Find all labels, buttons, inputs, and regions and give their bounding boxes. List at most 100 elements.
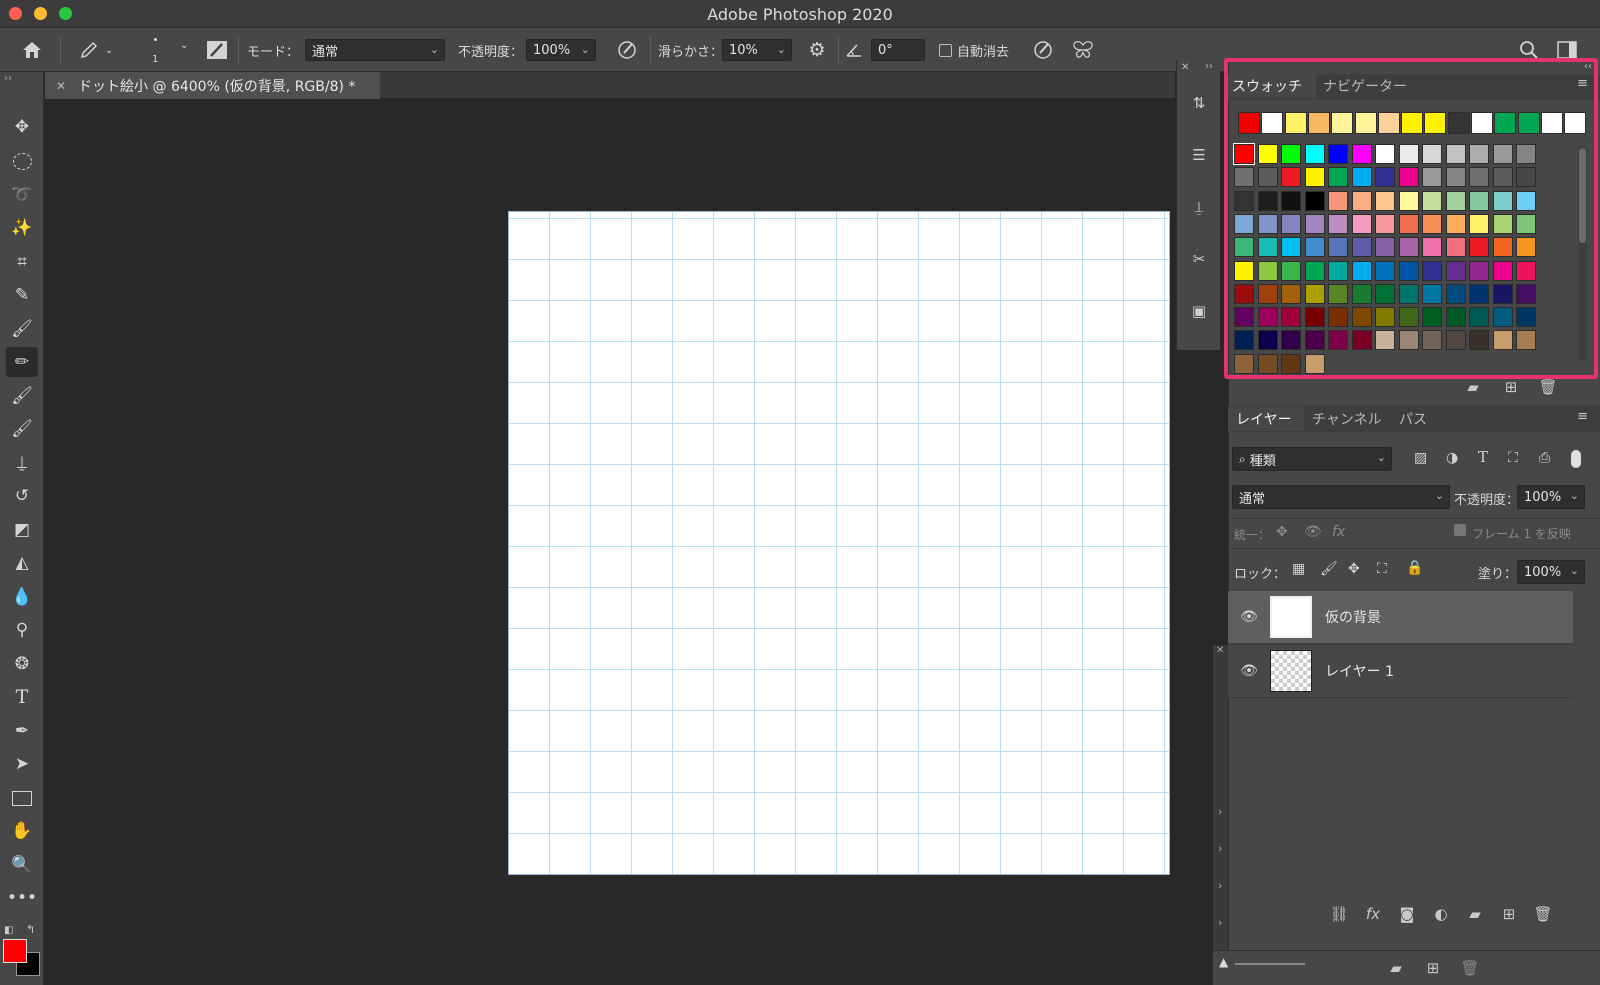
unify-style-icon[interactable]: fx [1332,524,1345,540]
zoom-tool[interactable]: 🔍 [6,850,38,880]
color-swatch[interactable] [1257,144,1278,164]
eraser-tool[interactable]: ◩ [6,515,38,545]
add-mask-button[interactable]: ◙ [1396,903,1418,925]
color-swatch[interactable] [1398,283,1419,304]
lasso-tool[interactable]: ➰ [6,180,38,210]
color-swatch[interactable] [1422,237,1442,258]
recent-swatch[interactable] [1424,112,1447,134]
color-swatch[interactable] [1281,213,1301,234]
color-swatch[interactable] [1516,237,1536,258]
pressure-size-button[interactable] [1030,28,1056,72]
color-swatch[interactable] [1398,260,1419,281]
new-group-button[interactable]: ▰ [1462,376,1484,398]
new-group-button[interactable]: ▰ [1385,957,1407,979]
color-swatch[interactable] [1469,213,1489,234]
paint-bucket-tool[interactable]: ◭ [6,548,38,578]
color-swatch[interactable] [1281,283,1301,304]
tab-swatches[interactable]: スウォッチ [1228,74,1316,98]
edit-toolbar-button[interactable]: ••• [6,883,38,913]
color-swatch[interactable] [1234,260,1254,281]
color-swatch[interactable] [1304,144,1325,164]
color-swatch[interactable] [1469,307,1489,328]
lock-artboard-icon[interactable]: ⛶ [1377,561,1387,577]
recent-swatch[interactable] [1238,112,1260,134]
color-swatch[interactable] [1492,307,1513,328]
color-swatch[interactable] [1304,190,1325,211]
color-swatch[interactable] [1328,190,1348,211]
recent-swatch[interactable] [1377,112,1400,134]
color-swatch[interactable] [1469,283,1489,304]
layer-style-button[interactable]: fx [1362,903,1384,925]
color-swatch[interactable] [1304,307,1325,328]
path-selection-tool[interactable]: ➤ [6,749,38,779]
color-swatch[interactable] [1422,144,1442,164]
color-swatch[interactable] [1422,213,1442,234]
color-swatch[interactable] [1398,167,1419,188]
color-swatch[interactable] [1492,167,1513,188]
filter-smart-object-icon[interactable]: ⎙ [1539,450,1550,466]
color-swatch[interactable] [1492,144,1513,164]
color-swatch[interactable] [1398,330,1419,351]
filter-type-icon[interactable]: T [1478,448,1488,466]
color-swatch[interactable] [1516,260,1536,281]
color-swatch[interactable] [1234,237,1254,258]
color-swatch[interactable] [1422,260,1442,281]
color-swatch[interactable] [1492,237,1513,258]
color-swatch[interactable] [1281,307,1301,328]
color-swatch[interactable] [1234,283,1254,304]
color-swatch[interactable] [1328,167,1348,188]
color-swatch[interactable] [1492,330,1513,351]
color-swatch[interactable] [1234,213,1254,234]
delete-item-button[interactable]: 🗑 [1459,957,1481,979]
foreground-color-swatch[interactable] [3,939,27,963]
color-swatch[interactable] [1516,144,1536,164]
close-tab-icon[interactable]: ✕ [56,79,66,93]
color-swatch[interactable] [1328,237,1348,258]
color-swatch[interactable] [1516,167,1536,188]
color-swatch[interactable] [1445,307,1466,328]
expand-arrows-icon[interactable]: ›› [4,73,12,84]
filter-toggle[interactable] [1571,450,1581,468]
swap-colors-icon[interactable]: ↰ [26,923,35,936]
tab-paths[interactable]: パス [1399,407,1427,431]
eye-icon[interactable]: 👁 [1240,608,1258,626]
color-swatch[interactable] [1304,330,1325,351]
color-swatch[interactable] [1257,213,1278,234]
tab-navigator[interactable]: ナビゲーター [1323,74,1407,98]
color-swatch[interactable] [1492,190,1513,211]
color-swatch[interactable] [1351,307,1372,328]
fill-field[interactable]: 100% ⌄ [1517,560,1585,584]
symmetry-button[interactable] [1070,28,1096,72]
color-swatch[interactable] [1469,260,1489,281]
scrollbar-thumb[interactable] [1579,148,1586,243]
color-swatch[interactable] [1469,167,1489,188]
color-swatch[interactable] [1422,167,1442,188]
color-swatch[interactable] [1281,237,1301,258]
expand-arrows-icon[interactable]: ›› [1205,61,1213,72]
pencil-tool[interactable]: ✏ [6,347,38,377]
zoom-slider-track[interactable] [1235,963,1305,965]
smoothing-settings-button[interactable]: ⚙ [805,28,829,72]
lock-transparent-icon[interactable]: ▦ [1292,561,1305,577]
delete-swatch-button[interactable]: 🗑 [1537,376,1559,398]
color-swatch[interactable] [1234,190,1254,211]
new-group-button[interactable]: ▰ [1464,903,1486,925]
color-swatch[interactable] [1233,143,1255,165]
crop-tool[interactable]: ⌗ [6,247,38,277]
color-swatch[interactable] [1351,237,1372,258]
color-swatch[interactable] [1398,307,1419,328]
color-swatch[interactable] [1492,283,1513,304]
color-swatch[interactable] [1234,167,1254,188]
color-swatch[interactable] [1516,307,1536,328]
color-swatch[interactable] [1516,283,1536,304]
filter-kind-select[interactable]: ⌕ 種類 ⌄ [1232,447,1392,471]
layer-opacity-field[interactable]: 100% ⌄ [1517,485,1585,509]
color-swatch[interactable] [1281,144,1301,164]
zoom-slider-handle[interactable]: ▲ [1219,955,1228,969]
healing-brush-tool[interactable]: 🖌 [6,314,38,344]
layer-row[interactable]: 👁 レイヤー 1 [1228,644,1573,698]
art-history-tool[interactable]: ↺ [6,481,38,511]
color-swatch[interactable] [1304,260,1325,281]
color-swatch[interactable] [1492,260,1513,281]
filter-adjustment-icon[interactable]: ◑ [1446,450,1458,466]
